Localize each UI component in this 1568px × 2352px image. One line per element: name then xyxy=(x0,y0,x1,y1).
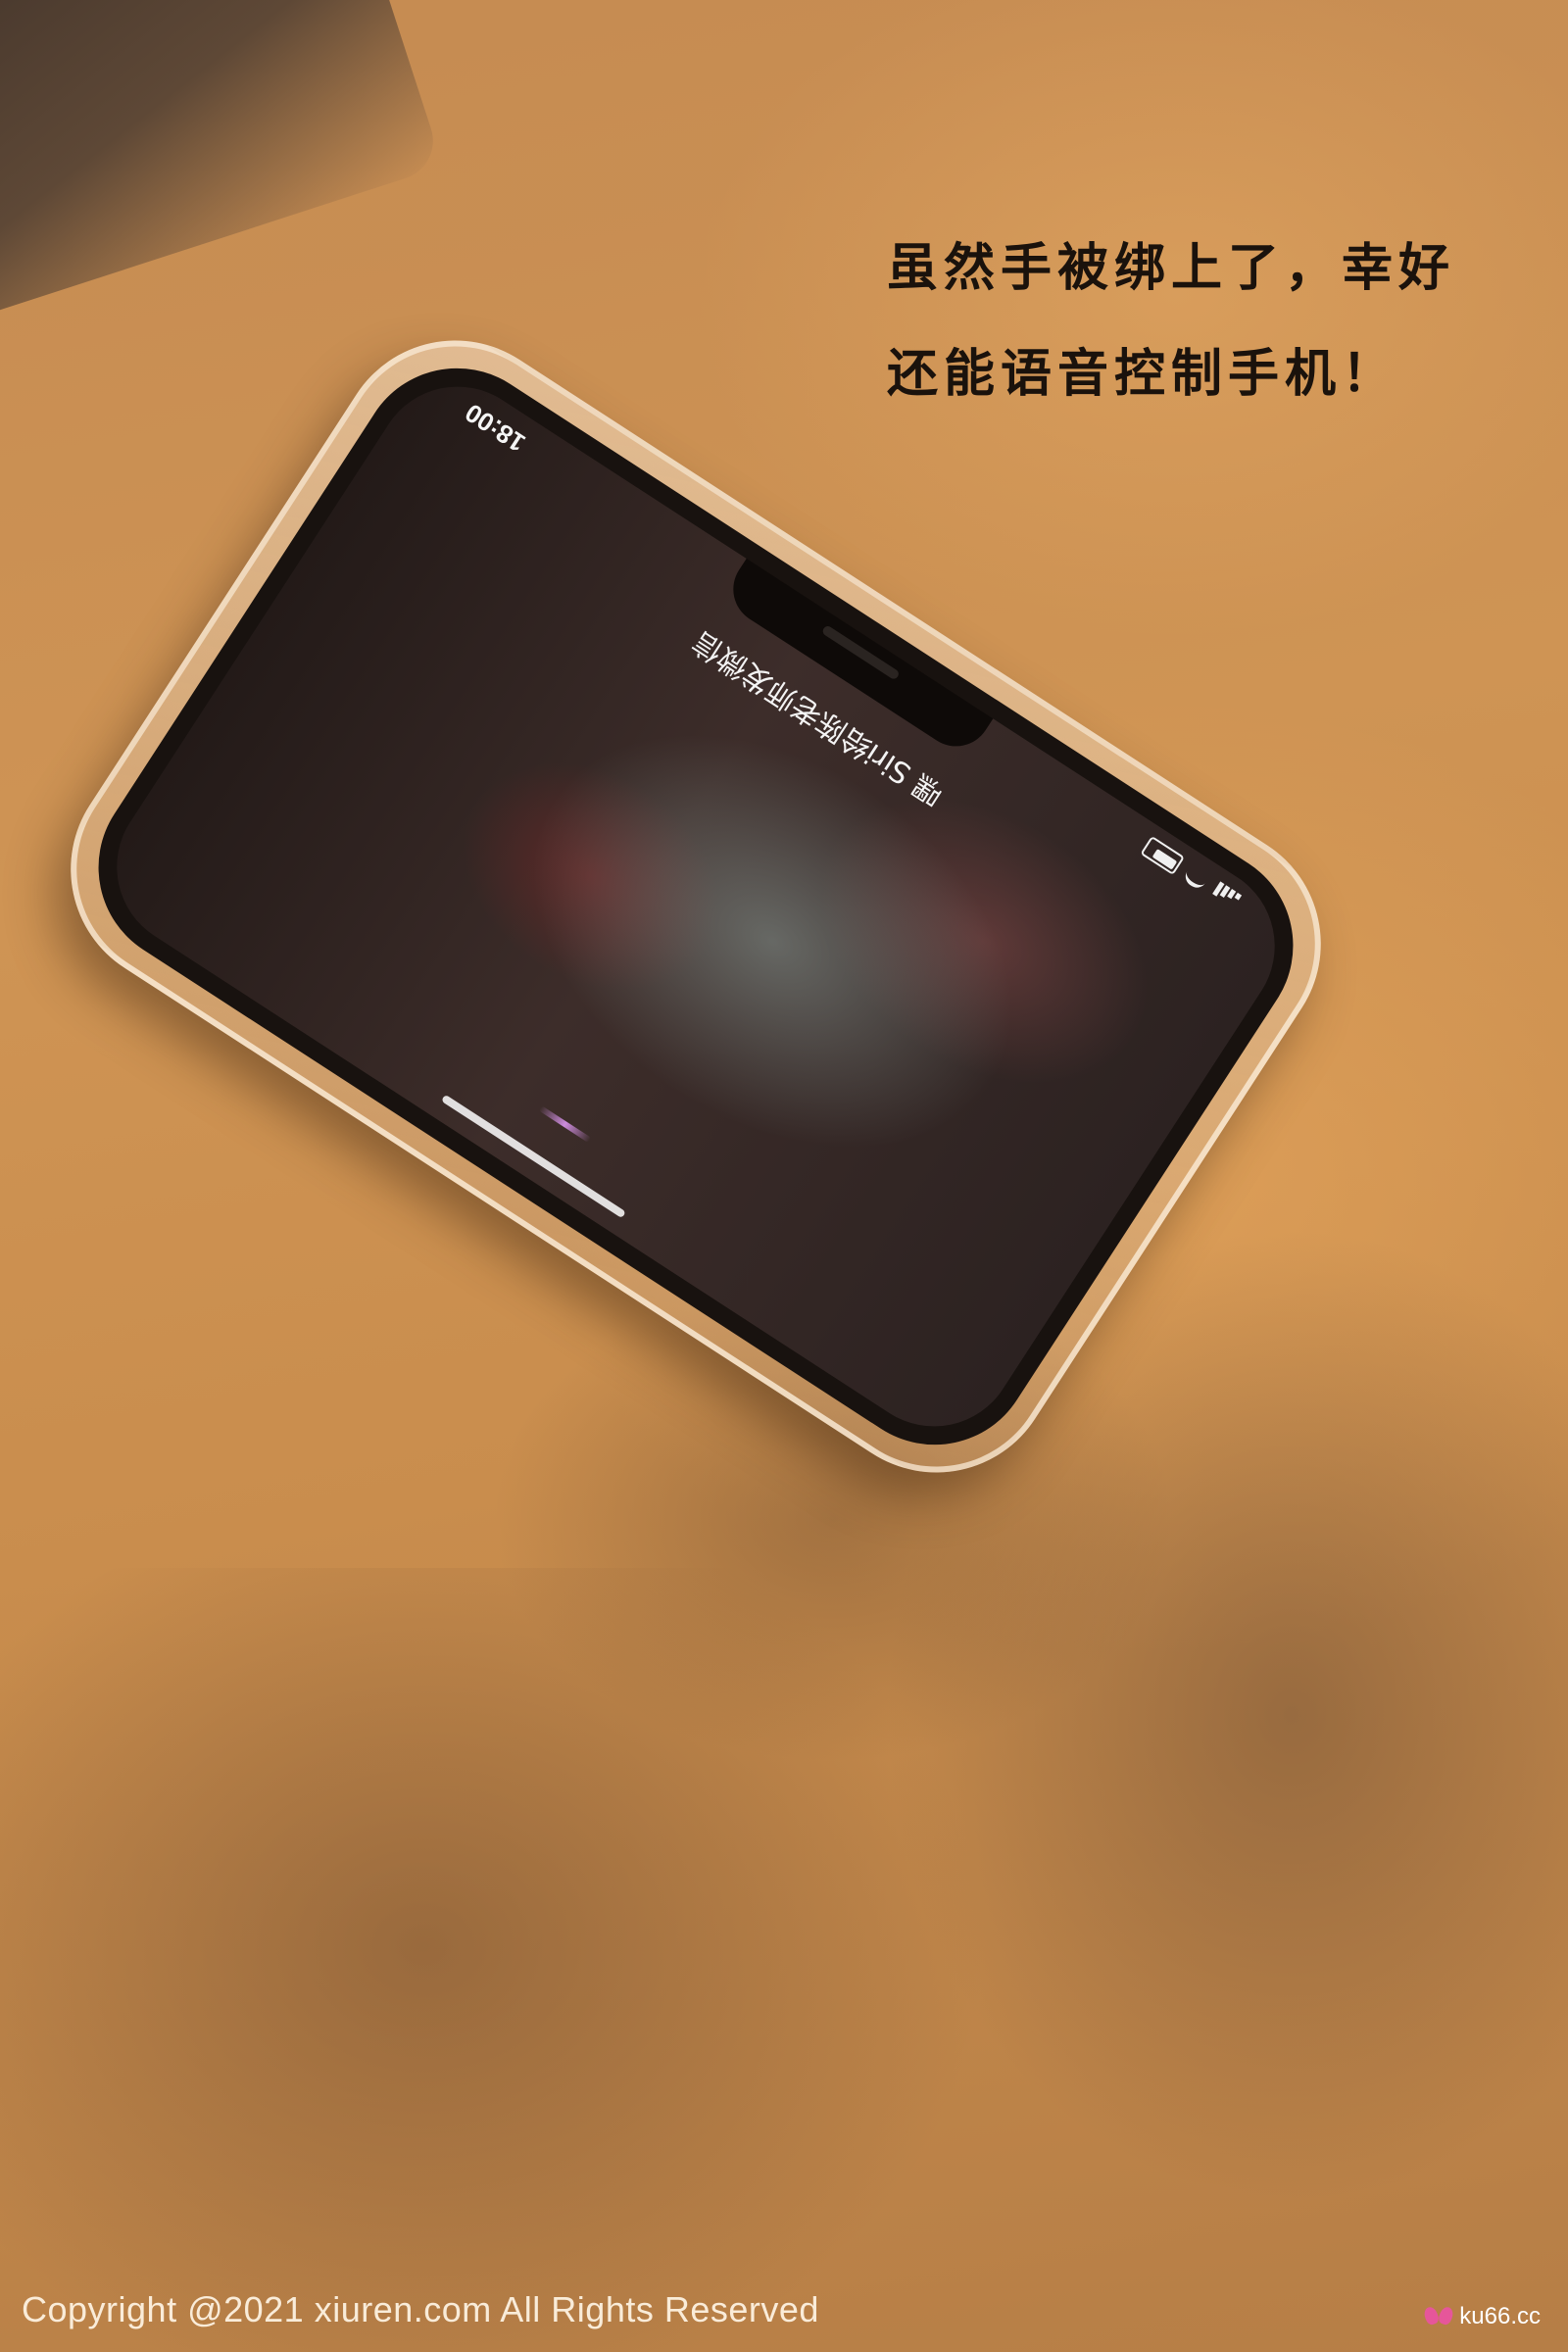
photo-scene: 18:00 嘿 Siri给陈老师发微信 虽然手被绑上了，幸好 还能语音控制手机！… xyxy=(0,0,1568,2352)
watermark-text: ku66.cc xyxy=(1459,2303,1541,2329)
caption-line-2: 还能语音控制手机！ xyxy=(887,344,1399,404)
siri-wave-icon xyxy=(538,1105,592,1143)
wifi-icon xyxy=(1181,862,1211,892)
watermark: ku66.cc xyxy=(1424,2303,1541,2330)
battery-icon xyxy=(1140,835,1185,876)
butterfly-icon xyxy=(1424,2305,1453,2328)
signal-icon xyxy=(1208,881,1242,911)
caption-line-1: 虽然手被绑上了，幸好 xyxy=(887,238,1456,298)
caption: 虽然手被绑上了，幸好 还能语音控制手机！ xyxy=(887,216,1455,427)
seat-edge-shadow xyxy=(0,0,444,324)
copyright-text: Copyright @2021 xiuren.com All Rights Re… xyxy=(22,2289,819,2329)
